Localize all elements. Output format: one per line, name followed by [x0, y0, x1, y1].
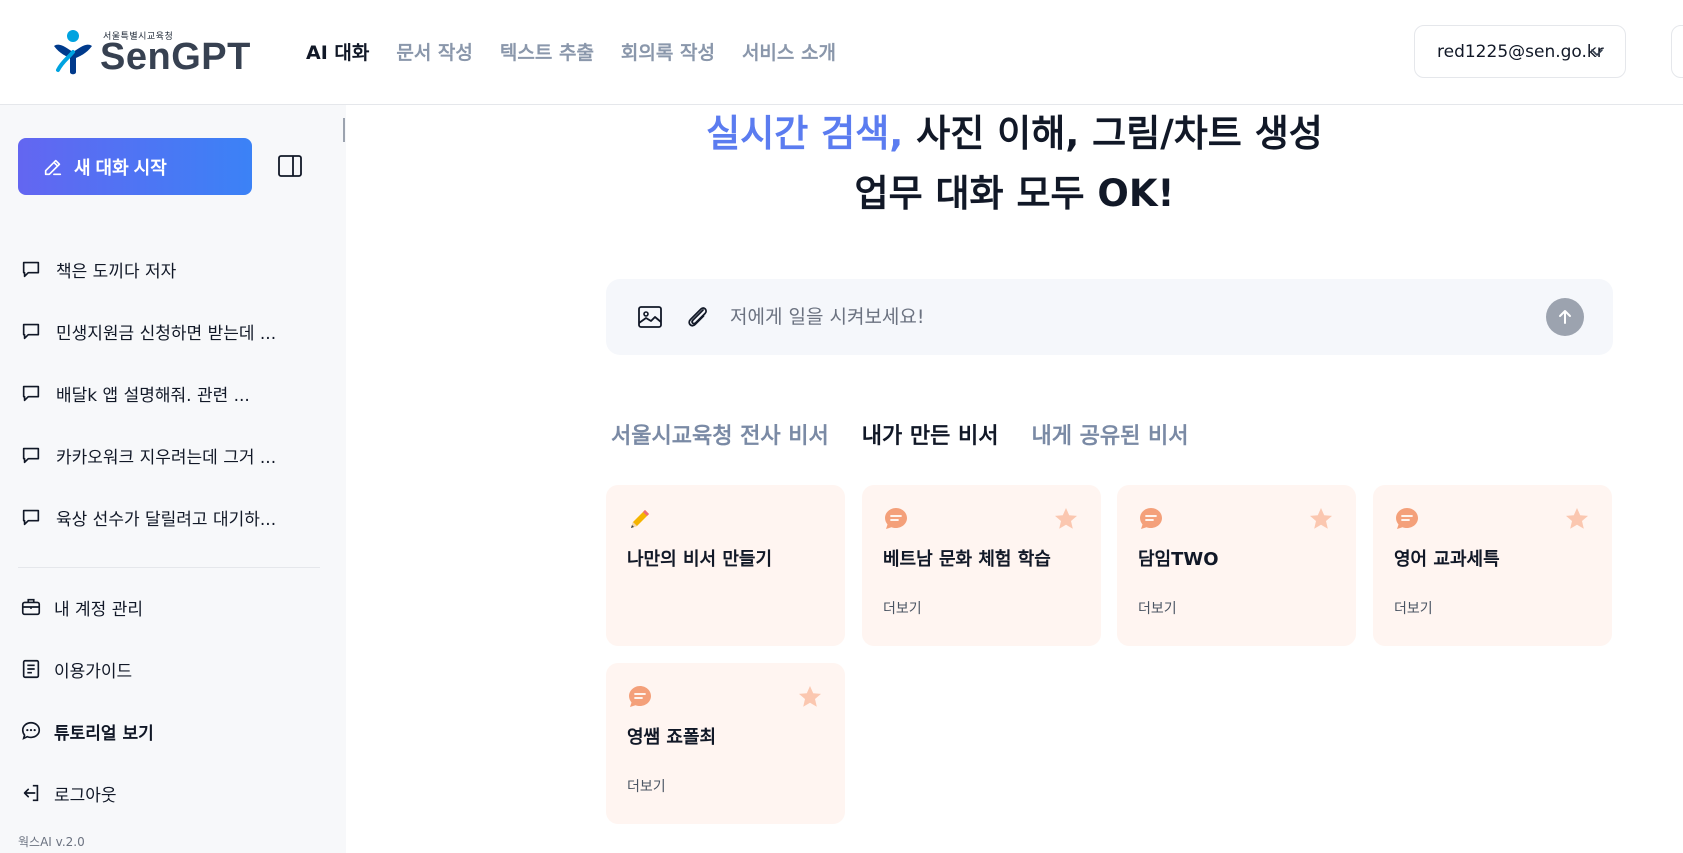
hero-rest-text: 사진 이해, 그림/차트 생성 — [903, 112, 1323, 155]
history-item-label: 카카오워크 지우려는데 그거 ... — [56, 447, 277, 468]
history-item[interactable]: 책은 도끼다 저자 — [20, 238, 320, 300]
card-more-link[interactable]: 더보기 — [1394, 598, 1433, 618]
pencil-icon — [631, 510, 649, 528]
sidebar-resize-handle[interactable] — [343, 118, 345, 142]
hero-line2: 업무 대화 모두 OK! — [854, 172, 1175, 215]
account-email: red1225@sen.go.kr — [1437, 41, 1604, 62]
version-label: 웍스AI v.2.0 — [18, 835, 85, 849]
chat-bubble-filled-icon — [1140, 508, 1162, 529]
history-item[interactable]: 카카오워크 지우려는데 그거 ... — [20, 424, 320, 486]
nav-text-extraction[interactable]: 텍스트 추출 — [500, 38, 594, 65]
chat-bubble-filled-icon — [629, 686, 651, 707]
menu-label: 로그아웃 — [54, 785, 117, 806]
main-nav: AI 대화 문서 작성 텍스트 추출 회의록 작성 서비스 소개 — [306, 38, 836, 65]
briefcase-icon — [21, 598, 41, 616]
menu-tutorial[interactable]: 튜토리얼 보기 — [20, 700, 320, 762]
pencil-edit-icon — [44, 159, 62, 175]
menu-logout[interactable]: 로그아웃 — [20, 762, 320, 824]
assistant-card[interactable]: 영쌤 죠폴최 더보기 — [606, 663, 845, 824]
paperclip-icon[interactable] — [683, 302, 713, 332]
chat-bubble-icon — [22, 509, 40, 526]
hero-headline: 실시간 검색, 사진 이해, 그림/차트 생성 업무 대화 모두 OK! — [346, 104, 1683, 224]
sidebar: 새 대화 시작 책은 도끼다 저자 민생지원금 신청하면 받는데 ... 배달k… — [0, 105, 346, 853]
sengpt-logo[interactable]: 서울특별시교육청 SenGPT — [50, 26, 250, 78]
sidebar-menu: 내 계정 관리 이용가이드 튜토리얼 보기 로그아웃 — [20, 576, 320, 824]
menu-label: 이용가이드 — [54, 661, 133, 682]
document-icon — [22, 659, 40, 679]
history-item-label: 민생지원금 신청하면 받는데 ... — [56, 323, 277, 344]
new-chat-button[interactable]: 새 대화 시작 — [18, 138, 252, 195]
menu-account-settings[interactable]: 내 계정 관리 — [20, 576, 320, 638]
history-item[interactable]: 배달k 앱 설명해줘. 관련 ... — [20, 362, 320, 424]
chat-bubble-icon — [22, 323, 40, 340]
assistant-card[interactable]: 담임TWO 더보기 — [1117, 485, 1356, 646]
tab-shared-assistants[interactable]: 내게 공유된 비서 — [1032, 418, 1189, 450]
history-item[interactable]: 민생지원금 신청하면 받는데 ... — [20, 300, 320, 362]
sidebar-toggle-icon[interactable] — [276, 152, 304, 180]
history-item-label: 책은 도끼다 저자 — [56, 261, 177, 282]
create-assistant-card[interactable]: 나만의 비서 만들기 — [606, 485, 845, 646]
send-button[interactable] — [1546, 298, 1584, 336]
card-title: 담임TWO — [1138, 549, 1219, 570]
logo-title: SenGPT — [100, 36, 251, 78]
history-item-label: 배달k 앱 설명해줘. 관련 ... — [56, 385, 250, 406]
nav-ai-chat[interactable]: AI 대화 — [306, 38, 369, 65]
star-icon[interactable] — [1564, 506, 1590, 532]
chat-history-list: 책은 도끼다 저자 민생지원금 신청하면 받는데 ... 배달k 앱 설명해줘.… — [20, 238, 320, 548]
menu-label: 튜토리얼 보기 — [54, 723, 154, 744]
arrow-up-icon — [1559, 310, 1571, 324]
nav-document-writing[interactable]: 문서 작성 — [396, 38, 473, 65]
card-title: 영쌤 죠폴최 — [627, 727, 717, 748]
card-title: 베트남 문화 체험 학습 — [883, 549, 1051, 570]
star-icon[interactable] — [1053, 506, 1079, 532]
nav-meeting-minutes[interactable]: 회의록 작성 — [621, 38, 715, 65]
chat-bubble-icon — [22, 261, 40, 278]
menu-label: 내 계정 관리 — [54, 599, 144, 620]
card-more-link[interactable]: 더보기 — [883, 598, 922, 618]
card-title: 나만의 비서 만들기 — [627, 549, 773, 570]
logout-icon — [23, 784, 39, 802]
assistant-tabs: 서울시교육청 전사 비서 내가 만든 비서 내게 공유된 비서 — [611, 418, 1189, 450]
chat-composer — [606, 279, 1613, 355]
header-extra-button[interactable] — [1671, 25, 1683, 78]
chevron-down-icon — [1591, 49, 1603, 56]
star-icon[interactable] — [1308, 506, 1334, 532]
tab-org-assistants[interactable]: 서울시교육청 전사 비서 — [611, 418, 829, 450]
account-dropdown[interactable]: red1225@sen.go.kr — [1414, 25, 1626, 78]
chat-bubble-icon — [22, 385, 40, 402]
seoul-education-logo-icon — [54, 30, 92, 75]
image-upload-icon[interactable] — [636, 303, 664, 331]
chat-bubble-filled-icon — [1396, 508, 1418, 529]
chat-dots-icon — [21, 721, 41, 740]
tab-my-assistants[interactable]: 내가 만든 비서 — [862, 418, 999, 450]
assistant-card[interactable]: 베트남 문화 체험 학습 더보기 — [862, 485, 1101, 646]
card-more-link[interactable]: 더보기 — [1138, 598, 1177, 618]
history-item-label: 육상 선수가 달릴려고 대기하... — [56, 509, 277, 530]
star-icon[interactable] — [797, 684, 823, 710]
chat-input[interactable] — [730, 298, 1530, 336]
nav-service-intro[interactable]: 서비스 소개 — [742, 38, 836, 65]
sidebar-divider — [18, 567, 320, 568]
hero-accent-text: 실시간 검색, — [706, 112, 904, 155]
history-item[interactable]: 육상 선수가 달릴려고 대기하... — [20, 486, 320, 548]
assistant-card[interactable]: 영어 교과세특 더보기 — [1373, 485, 1612, 646]
menu-user-guide[interactable]: 이용가이드 — [20, 638, 320, 700]
card-more-link[interactable]: 더보기 — [627, 776, 666, 796]
chat-bubble-filled-icon — [885, 508, 907, 529]
top-header: 서울특별시교육청 SenGPT AI 대화 문서 작성 텍스트 추출 회의록 작… — [0, 0, 1683, 105]
chat-bubble-icon — [22, 447, 40, 464]
new-chat-label: 새 대화 시작 — [74, 157, 167, 178]
card-title: 영어 교과세특 — [1394, 549, 1500, 570]
